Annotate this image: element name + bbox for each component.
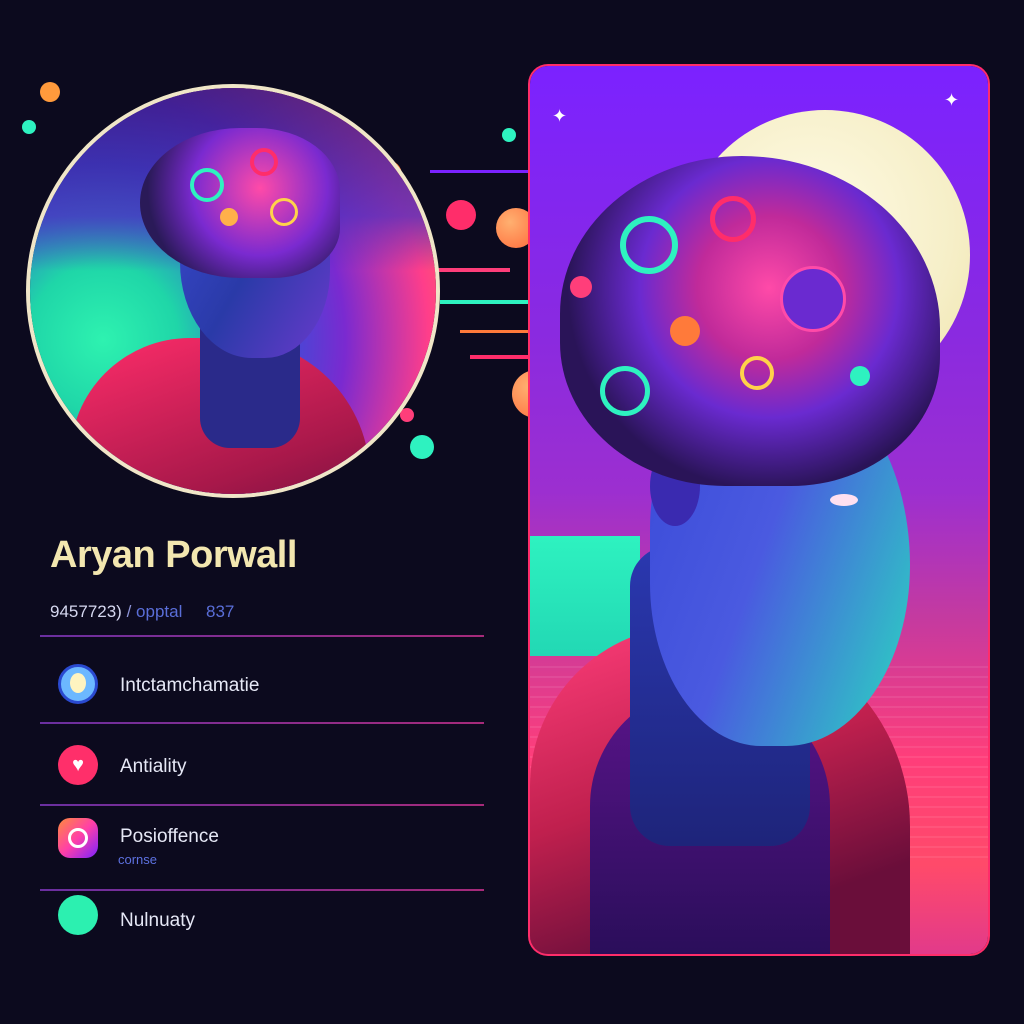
meta-separator: / [126, 602, 132, 621]
mint-stripes [530, 536, 640, 656]
divider [40, 804, 484, 806]
list-item-label: Posioffence [120, 826, 219, 847]
list-item-label: Nulnuaty [120, 910, 195, 931]
list-item[interactable] [40, 815, 484, 885]
profile-count: 837 [206, 602, 235, 621]
profile-handle[interactable]: opptal [136, 602, 182, 621]
sparkle-icon: ✦ [552, 106, 568, 126]
divider [40, 889, 484, 891]
list-item-label: Antiality [120, 756, 187, 777]
list-item[interactable] [40, 735, 484, 801]
heart-icon: ♥ [58, 745, 98, 785]
profile-meta: 9457723) / opptal 837 [50, 602, 234, 622]
list-item-label: Intctamchamatie [120, 675, 260, 696]
sparkle-icon: ✦ [944, 90, 960, 110]
list-item-sublabel: cornse [118, 852, 158, 867]
divider [40, 722, 484, 724]
portrait-card[interactable]: ✦ ✦ [530, 66, 988, 954]
profile-number: 9457723) [50, 602, 122, 621]
divider [40, 635, 484, 637]
profile-avatar[interactable] [30, 88, 436, 494]
list-item[interactable] [40, 895, 484, 955]
list-item[interactable] [40, 650, 484, 720]
profile-name: Aryan Porwall [50, 534, 297, 576]
portrait-eye [830, 494, 858, 506]
circle-icon [58, 895, 98, 935]
avatar-hair [140, 128, 340, 278]
camera-icon [58, 818, 98, 858]
face-icon [58, 664, 98, 704]
